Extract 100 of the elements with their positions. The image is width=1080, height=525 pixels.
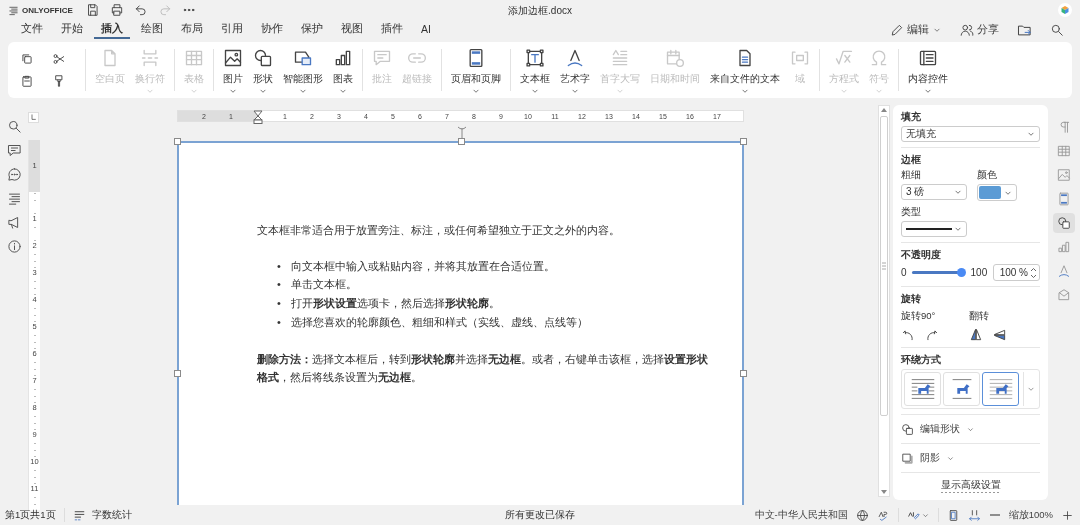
image-icon <box>223 48 243 68</box>
bullet: • <box>277 314 282 330</box>
line-style-dropdown[interactable] <box>901 221 967 237</box>
menu-tab[interactable]: 文件 <box>14 20 50 39</box>
flip-horizontal-icon <box>969 328 983 342</box>
color-picker[interactable] <box>977 184 1017 201</box>
zoom-in-button[interactable] <box>1061 508 1074 522</box>
advanced-settings-link[interactable]: 显示高级设置 <box>940 478 1001 493</box>
save-icon <box>86 3 100 17</box>
omega-icon <box>869 48 889 68</box>
menu-tab[interactable]: 插入 <box>94 20 130 39</box>
chart-button[interactable]: 图表 <box>329 45 357 95</box>
menu-tab[interactable]: 开始 <box>54 20 90 39</box>
scroll-down-button[interactable] <box>880 488 888 496</box>
resize-handle[interactable] <box>458 138 465 145</box>
edit-mode-button[interactable]: 编辑 <box>890 23 942 37</box>
rotate-right-button[interactable] <box>925 328 939 342</box>
resize-handle[interactable] <box>174 370 181 377</box>
line-break-icon <box>140 48 160 68</box>
open-location-button[interactable] <box>1017 22 1032 38</box>
shapes-icon <box>1057 216 1071 230</box>
rotate-left-button[interactable] <box>901 328 915 342</box>
shape-button[interactable]: 形状 <box>249 45 277 95</box>
bullet: • <box>277 277 282 293</box>
menu-tab[interactable]: 协作 <box>254 20 290 39</box>
fit-width-button[interactable] <box>967 508 981 522</box>
resize-handle[interactable] <box>740 370 747 377</box>
save-button[interactable] <box>86 3 100 17</box>
triangle-up-icon <box>880 106 888 114</box>
search-button[interactable] <box>1050 23 1064 37</box>
share-button[interactable]: 分享 <box>960 23 999 37</box>
chat-button[interactable] <box>6 167 22 182</box>
zoom-level: 缩放100% <box>1008 508 1053 522</box>
folder-icon <box>1017 22 1032 38</box>
bullet: • <box>277 258 282 274</box>
field-label: 旋转90° <box>901 310 937 323</box>
flip-horizontal-button[interactable] <box>969 328 983 342</box>
comment-icon <box>372 48 392 68</box>
pilcrow-icon <box>1057 120 1071 134</box>
info-icon <box>6 239 22 254</box>
content-control-button[interactable]: 内容控件 <box>904 45 952 95</box>
shapes-icon <box>253 48 273 68</box>
calendar-icon <box>665 48 685 68</box>
shape-settings-tab[interactable] <box>1053 213 1075 233</box>
resize-handle[interactable] <box>740 138 747 145</box>
image-button[interactable]: 图片 <box>219 45 247 95</box>
arc-icon <box>1057 264 1071 278</box>
document-language-button[interactable] <box>855 508 869 522</box>
section-heading: 不透明度 <box>901 248 942 262</box>
cut-icon <box>52 52 66 66</box>
bar-chart-icon <box>1057 240 1071 254</box>
window-title: 添加边框.docx <box>508 5 572 16</box>
minus-icon <box>989 514 1000 516</box>
menu-tab[interactable]: 保护 <box>294 20 330 39</box>
redo-icon <box>158 3 172 17</box>
shadow-icon <box>901 451 914 465</box>
indent-marker[interactable] <box>253 110 263 124</box>
language-button[interactable]: 中文-中华人民共和国 <box>754 508 848 522</box>
menu-tab[interactable]: 布局 <box>174 20 210 39</box>
shadow-button[interactable]: 阴影 <box>901 449 955 467</box>
fill-dropdown[interactable]: 无填充 <box>901 126 1040 142</box>
smart-graphic-button[interactable]: 智能图形 <box>279 45 327 95</box>
menu-tab[interactable]: AI <box>414 20 438 39</box>
print-button[interactable] <box>110 3 124 17</box>
undo-button[interactable] <box>134 3 148 17</box>
menu-tab[interactable]: 插件 <box>374 20 410 39</box>
text-from-file-button[interactable]: 来自文件的文本 <box>706 45 784 95</box>
image-icon <box>1057 168 1071 182</box>
triangle-down-icon <box>880 488 888 496</box>
resize-handle[interactable] <box>174 138 181 145</box>
text-box-button[interactable]: 文本框 <box>516 45 554 95</box>
opacity-input[interactable]: 100 % <box>992 264 1040 281</box>
edit-shape-button[interactable]: 编辑形状 <box>901 420 975 438</box>
navigation-button[interactable] <box>6 191 22 206</box>
scrollbar-thumb[interactable] <box>880 116 888 416</box>
word-count-button[interactable]: 字数统计 <box>72 508 132 522</box>
search-button[interactable] <box>6 119 22 134</box>
section-heading: 填充 <box>901 110 922 124</box>
bullet: • <box>277 296 282 312</box>
rotate-handle[interactable] <box>457 124 467 141</box>
menu-tab[interactable]: 绘图 <box>134 20 170 39</box>
tab-stop-button[interactable] <box>28 112 39 123</box>
menu-tab[interactable]: 引用 <box>214 20 250 39</box>
comments-button[interactable] <box>6 143 22 158</box>
list-item: 向文本框中输入或粘贴内容，并将其放置在合适位置。 <box>291 258 555 274</box>
about-button[interactable] <box>6 239 22 254</box>
curved-arrow-icon <box>925 328 939 342</box>
menu-tab[interactable]: 视图 <box>334 20 370 39</box>
corner-icon <box>29 113 38 122</box>
header-footer-button[interactable]: 页眉和页脚 <box>447 45 505 95</box>
scroll-up-button[interactable] <box>880 106 888 114</box>
flip-vertical-button[interactable] <box>993 328 1007 342</box>
word-art-button[interactable]: 艺术字 <box>556 45 594 95</box>
line-width-dropdown[interactable]: 3 磅 <box>901 184 967 200</box>
wrap-style-option[interactable] <box>982 372 1019 406</box>
text-lines-icon <box>610 48 630 68</box>
table-icon <box>1057 144 1071 158</box>
shapes-icon <box>901 422 914 436</box>
clipboard-icon <box>20 74 34 88</box>
list-box-icon <box>918 48 938 68</box>
